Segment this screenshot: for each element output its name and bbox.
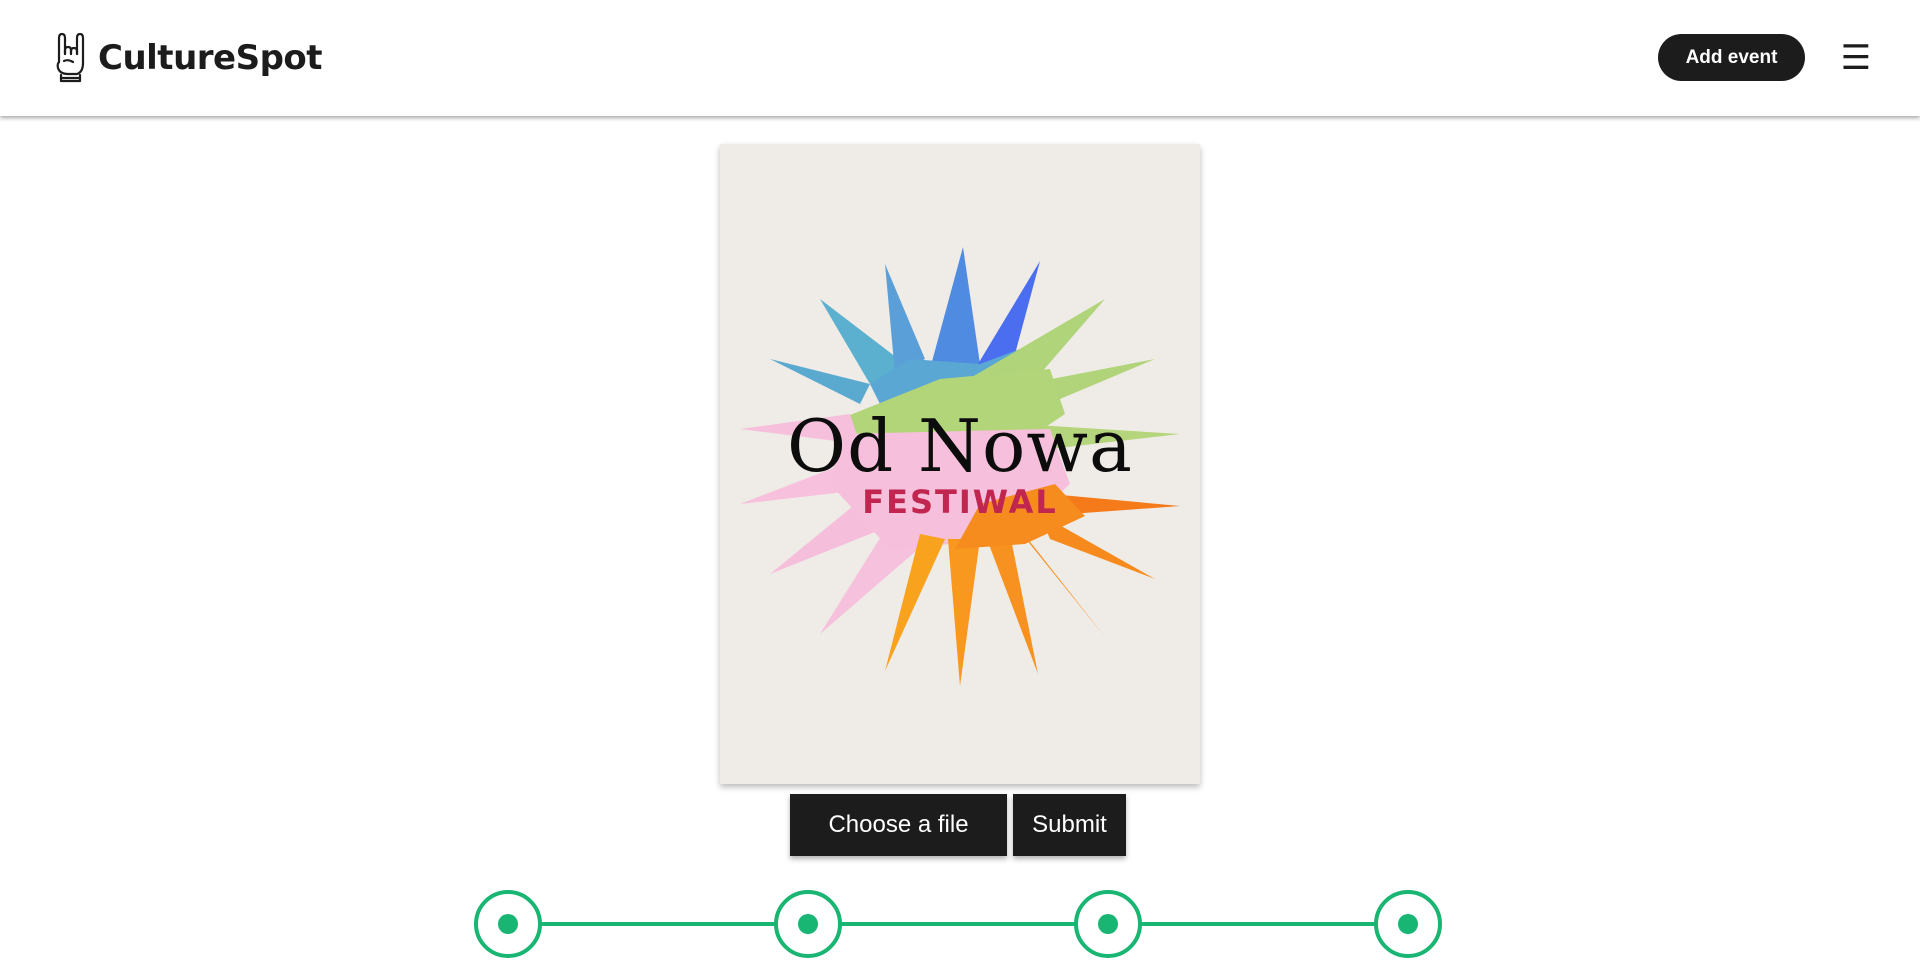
step-1[interactable] (474, 890, 542, 958)
poster-title: Od Nowa (787, 404, 1133, 488)
hamburger-menu-icon[interactable]: ☰ (1840, 41, 1872, 75)
step-4[interactable] (1374, 890, 1442, 958)
stepper-connector (840, 922, 1080, 926)
add-event-button[interactable]: Add event (1658, 34, 1805, 81)
submit-button[interactable]: Submit (1013, 794, 1126, 856)
top-navigation-bar: CultureSpot Add event ☰ (0, 0, 1920, 116)
poster-subtitle: FESTIWAL (862, 483, 1058, 521)
poster-artwork: Od Nowa FESTIWAL (720, 144, 1200, 784)
choose-file-button[interactable]: Choose a file (790, 794, 1007, 856)
brand-name: CultureSpot (98, 38, 323, 78)
progress-stepper (474, 890, 1446, 958)
step-indicator-dot (1098, 914, 1118, 934)
step-indicator-dot (1398, 914, 1418, 934)
step-2[interactable] (774, 890, 842, 958)
step-indicator-dot (498, 914, 518, 934)
step-indicator-dot (798, 914, 818, 934)
step-3[interactable] (1074, 890, 1142, 958)
stepper-connector (1140, 922, 1380, 926)
upload-actions: Choose a file Submit (790, 794, 1126, 856)
stepper-connector (540, 922, 780, 926)
brand[interactable]: CultureSpot (52, 32, 323, 84)
rock-hand-icon (56, 32, 85, 83)
event-poster-preview: Od Nowa FESTIWAL (720, 144, 1200, 784)
